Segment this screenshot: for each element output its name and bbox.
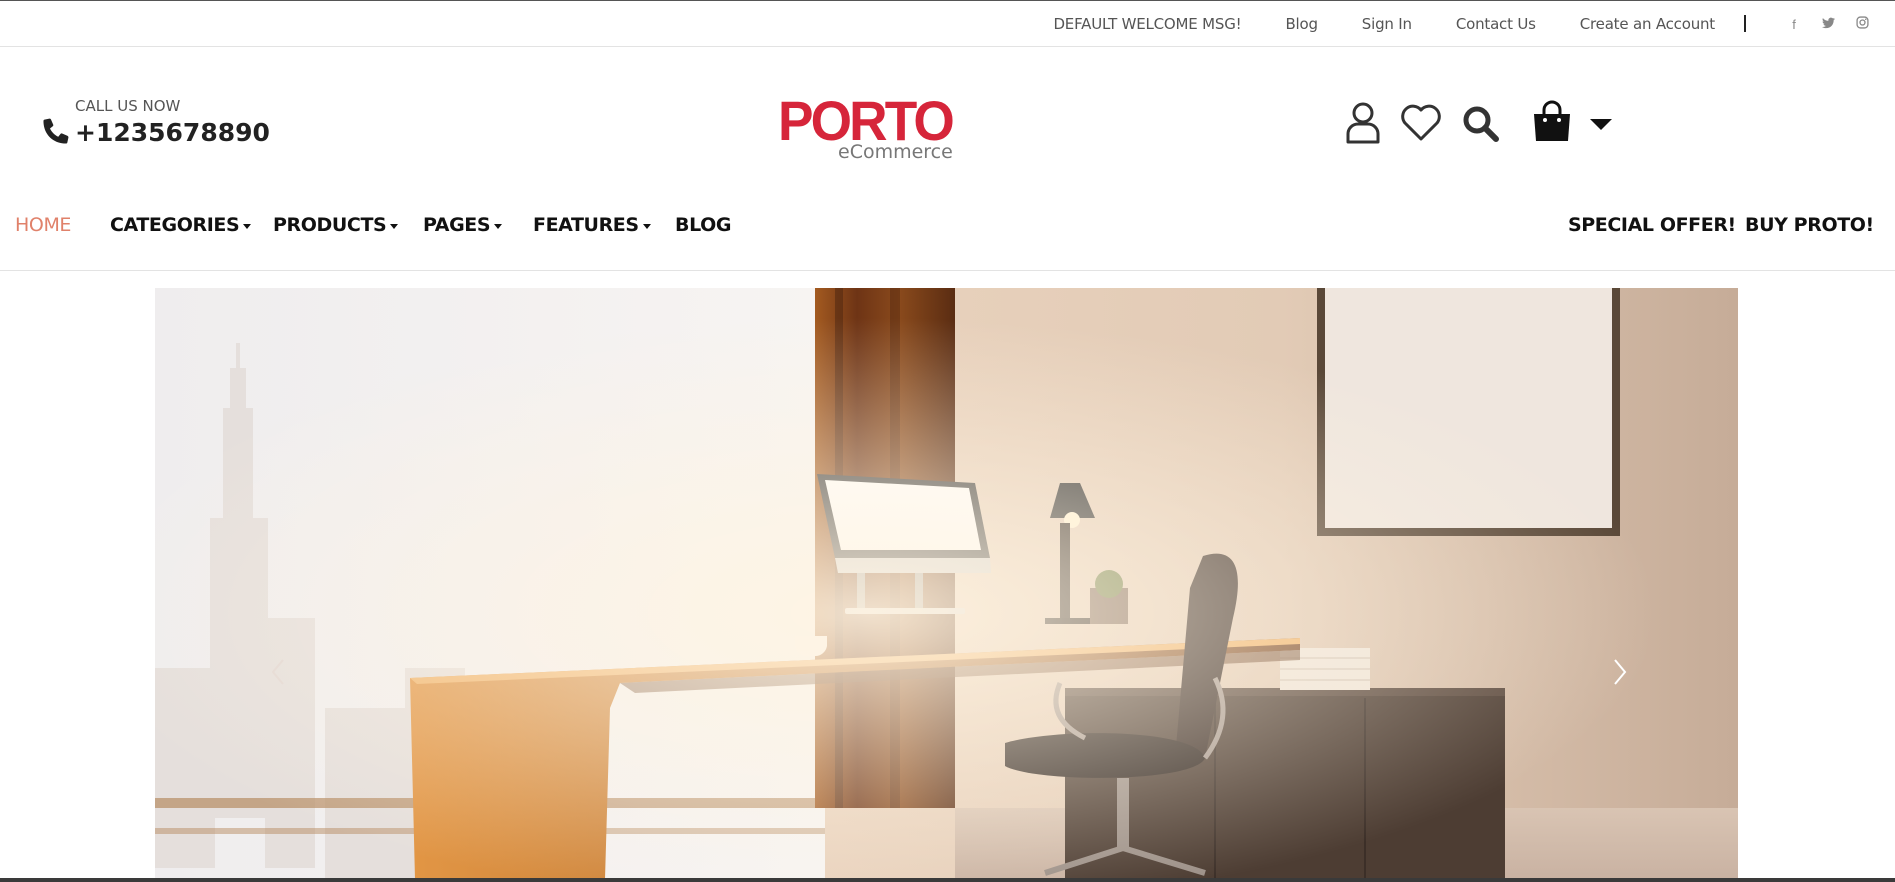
call-us-label: CALL US NOW [75, 97, 181, 115]
instagram-icon[interactable] [1856, 16, 1869, 32]
caret-down-icon [494, 223, 503, 229]
top-link-sign-in[interactable]: Sign In [1362, 15, 1412, 33]
welcome-message: DEFAULT WELCOME MSG! [1053, 15, 1242, 33]
heart-icon[interactable] [1400, 104, 1442, 142]
main-nav: HOME CATEGORIES PRODUCTS PAGES FEATURES … [0, 214, 1895, 254]
site-header: CALL US NOW +1235678890 PORTO eCommerce [0, 47, 1895, 271]
nav-item-features[interactable]: FEATURES [533, 214, 651, 236]
caret-down-icon [642, 223, 651, 229]
site-logo[interactable]: PORTO eCommerce [778, 89, 955, 167]
nav-item-label: PAGES [423, 214, 491, 236]
nav-item-products[interactable]: PRODUCTS [273, 214, 399, 236]
hero-slider [155, 288, 1738, 879]
cart-icon[interactable] [1531, 100, 1573, 144]
nav-item-label: HOME [15, 214, 72, 236]
nav-item-home[interactable]: HOME [15, 214, 71, 236]
top-link-contact-us[interactable]: Contact Us [1456, 15, 1536, 33]
top-bar: DEFAULT WELCOME MSG! Blog Sign In Contac… [0, 0, 1895, 47]
nav-special-offer[interactable]: SPECIAL OFFER! [1568, 214, 1736, 236]
social-links: f [1788, 1, 1869, 47]
phone-icon [43, 118, 69, 144]
caret-down-icon[interactable] [1590, 119, 1612, 131]
nav-item-pages[interactable]: PAGES [423, 214, 503, 236]
top-link-create-account[interactable]: Create an Account [1580, 15, 1715, 33]
caret-down-icon [390, 223, 399, 229]
search-icon[interactable] [1462, 105, 1500, 143]
caret-down-icon [243, 223, 252, 229]
chevron-right-icon[interactable] [1607, 652, 1633, 692]
logo-subtitle: eCommerce [838, 141, 953, 163]
nav-item-label: SPECIAL OFFER! [1568, 214, 1736, 236]
twitter-icon[interactable] [1822, 17, 1835, 32]
bottom-edge [0, 878, 1895, 882]
call-us-number[interactable]: +1235678890 [75, 118, 270, 147]
user-icon[interactable] [1345, 102, 1381, 144]
nav-item-label: BUY PROTO! [1745, 214, 1874, 236]
facebook-icon[interactable]: f [1788, 17, 1800, 32]
nav-item-label: FEATURES [533, 214, 639, 236]
top-links: DEFAULT WELCOME MSG! Blog Sign In Contac… [1009, 1, 1715, 47]
nav-item-label: PRODUCTS [273, 214, 387, 236]
hero-image [155, 288, 1738, 879]
nav-item-blog[interactable]: BLOG [675, 214, 731, 236]
nav-buy-proto[interactable]: BUY PROTO! [1745, 214, 1874, 236]
top-bar-divider [1744, 15, 1746, 32]
nav-item-label: CATEGORIES [110, 214, 240, 236]
top-link-blog[interactable]: Blog [1285, 15, 1318, 33]
chevron-left-icon[interactable] [265, 652, 291, 692]
nav-item-categories[interactable]: CATEGORIES [110, 214, 252, 236]
nav-item-label: BLOG [675, 214, 732, 236]
